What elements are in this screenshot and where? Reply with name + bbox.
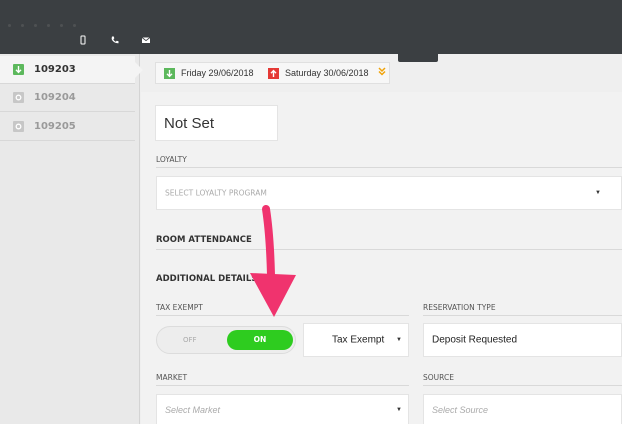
departure-arrow-icon	[268, 68, 279, 79]
market-select[interactable]: Select Market ▼	[156, 394, 409, 424]
sidebar-item-109203[interactable]: 109203	[0, 56, 143, 84]
tax-exempt-toggle[interactable]: OFF ON	[156, 326, 296, 354]
loyalty-label: LOYALTY	[156, 155, 187, 164]
stay-dates-bar[interactable]: Friday 29/06/2018 Saturday 30/06/2018	[155, 62, 390, 84]
toggle-off-label: OFF	[183, 336, 197, 344]
tax-exempt-type-value: Tax Exempt	[332, 334, 385, 346]
double-chevron-down-icon[interactable]	[377, 66, 387, 78]
sidebar-item-109205[interactable]: 109205	[0, 113, 135, 141]
phone-icon[interactable]	[110, 35, 120, 45]
pending-dot-icon	[13, 92, 24, 103]
sidebar-item-label: 109203	[34, 64, 76, 75]
toggle-on-label: ON	[227, 330, 293, 350]
divider	[156, 249, 622, 250]
top-tab	[398, 54, 438, 62]
departure-date: Saturday 30/06/2018	[285, 68, 369, 78]
market-placeholder: Select Market	[165, 404, 221, 415]
divider	[156, 385, 409, 386]
reservation-type-value: Deposit Requested	[432, 334, 518, 346]
mobile-icon[interactable]	[78, 35, 88, 45]
reservation-type-label: RESERVATION TYPE	[423, 303, 496, 312]
arrival-arrow-icon	[164, 68, 175, 79]
mail-icon[interactable]	[141, 35, 151, 45]
main-panel	[141, 92, 622, 424]
arrival-arrow-icon	[13, 64, 24, 75]
top-bar	[0, 0, 622, 62]
loyalty-placeholder: SELECT LOYALTY PROGRAM	[165, 188, 267, 198]
loyalty-select[interactable]: SELECT LOYALTY PROGRAM ▼	[156, 176, 622, 210]
tax-exempt-type-select[interactable]: Tax Exempt ▼	[303, 323, 409, 357]
status-field[interactable]: Not Set	[155, 105, 278, 141]
additional-details-heading: ADDITIONAL DETAILS	[156, 274, 258, 284]
reservation-sidebar: 109203 109204 109205	[0, 54, 143, 424]
sidebar-item-label: 109205	[34, 121, 76, 132]
caret-down-icon: ▼	[396, 337, 402, 343]
pending-dot-icon	[13, 121, 24, 132]
tax-exempt-label: TAX EXEMPT	[156, 303, 203, 312]
sidebar-item-label: 109204	[34, 92, 76, 103]
source-select[interactable]: Select Source	[423, 394, 622, 424]
room-attendance-heading[interactable]: ROOM ATTENDANCE	[156, 235, 252, 245]
caret-down-icon: ▼	[595, 190, 601, 196]
divider	[156, 167, 622, 168]
reservation-type-select[interactable]: Deposit Requested	[423, 323, 622, 357]
caret-down-icon: ▼	[396, 406, 402, 413]
source-placeholder: Select Source	[432, 404, 489, 415]
divider	[423, 385, 622, 386]
market-label: MARKET	[156, 373, 188, 382]
window-dots	[8, 14, 118, 27]
divider	[423, 315, 622, 316]
sidebar-item-109204[interactable]: 109204	[0, 84, 135, 112]
arrival-date: Friday 29/06/2018	[181, 68, 254, 78]
divider	[156, 315, 409, 316]
source-label: SOURCE	[423, 373, 454, 382]
